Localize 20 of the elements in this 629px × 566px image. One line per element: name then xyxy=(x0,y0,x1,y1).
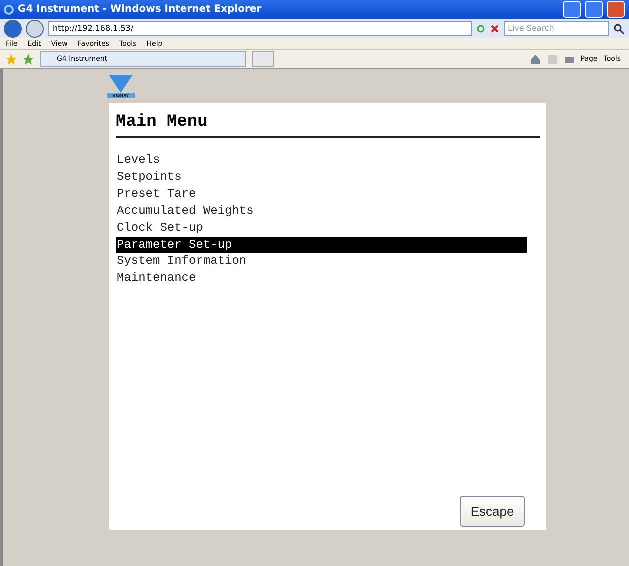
add-favorite-icon[interactable] xyxy=(23,54,34,64)
menu-option[interactable]: Maintenance xyxy=(116,270,527,288)
menu-option[interactable]: System Information xyxy=(116,253,527,270)
menu-option[interactable]: Parameter Set-up xyxy=(116,236,527,254)
menu-option[interactable]: Clock Set-up xyxy=(116,220,527,237)
back-button[interactable] xyxy=(4,20,22,38)
window-title: G4 Instrument - Windows Internet Explorer xyxy=(18,4,263,15)
search-icon[interactable] xyxy=(613,22,625,34)
home-icon[interactable] xyxy=(530,54,541,64)
menu-option[interactable]: Levels xyxy=(116,152,527,169)
close-icon[interactable] xyxy=(490,24,500,34)
logo-triangle-icon xyxy=(107,75,135,93)
escape-button[interactable]: Escape xyxy=(460,496,525,527)
page-title: Main Menu xyxy=(116,113,540,138)
menu-option[interactable]: Setpoints xyxy=(116,168,527,186)
forward-button[interactable] xyxy=(26,20,44,38)
menu-option[interactable]: Preset Tare xyxy=(116,186,527,203)
star-icon[interactable] xyxy=(6,54,17,64)
menu-option[interactable]: Accumulated Weights xyxy=(116,202,527,220)
address-field[interactable]: http://192.168.1.53/ xyxy=(48,21,472,36)
